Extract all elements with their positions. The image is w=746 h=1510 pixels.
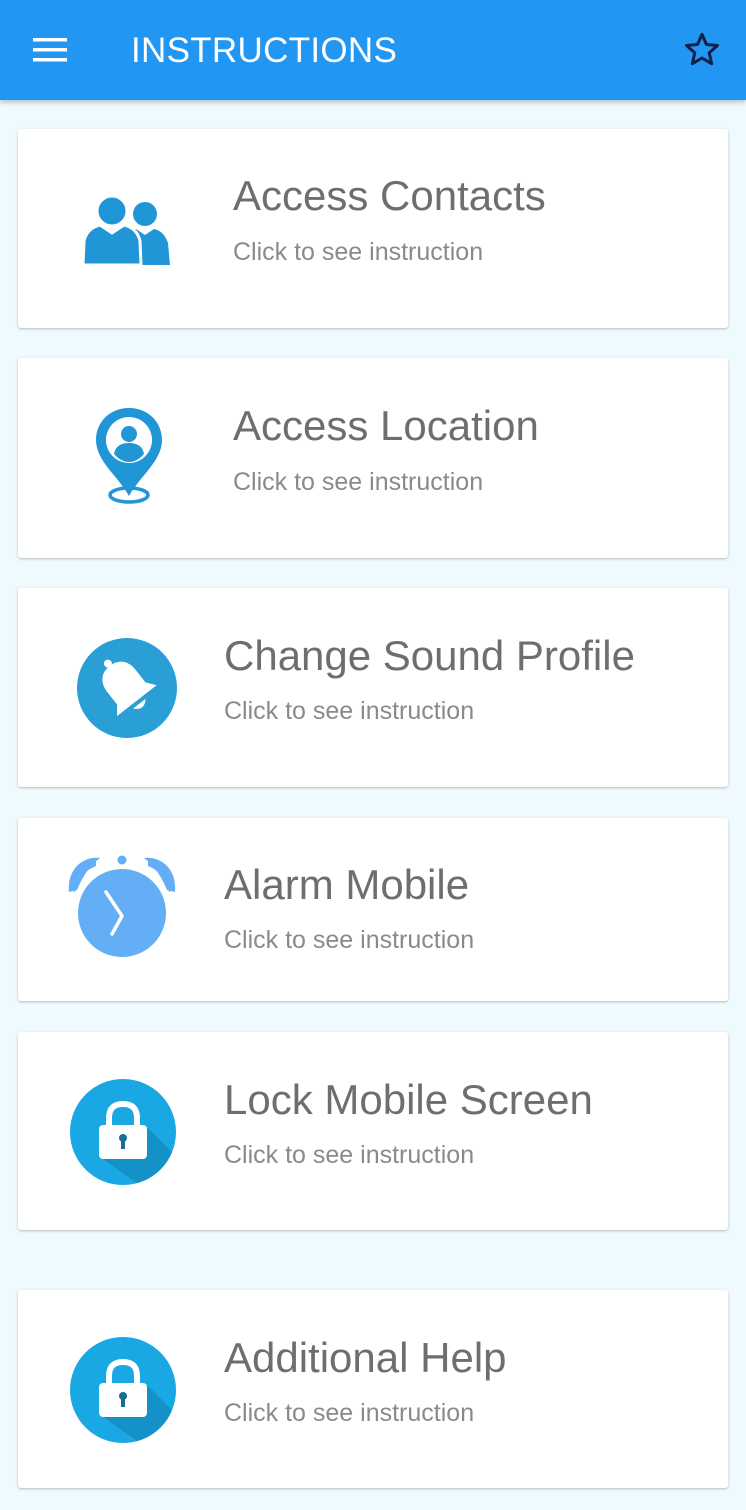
list-item-change-sound-profile[interactable]: Change Sound Profile Click to see instru…	[18, 588, 728, 787]
item-title: Lock Mobile Screen	[224, 1076, 593, 1123]
list-item-access-location[interactable]: Access Location Click to see instruction	[18, 358, 728, 558]
star-outline-icon[interactable]	[682, 30, 722, 70]
hamburger-menu-icon[interactable]	[30, 34, 70, 66]
page-title: INSTRUCTIONS	[131, 31, 398, 70]
bell-icon	[76, 637, 178, 739]
item-subtitle: Click to see instruction	[224, 1141, 475, 1169]
contacts-icon	[80, 191, 172, 267]
item-title: Alarm Mobile	[224, 861, 470, 908]
item-title: Access Location	[233, 402, 539, 449]
app-bar: INSTRUCTIONS	[0, 0, 746, 100]
list-item-alarm-mobile[interactable]: Alarm Mobile Click to see instruction	[18, 818, 728, 1001]
lock-icon	[69, 1336, 177, 1444]
item-title: Additional Help	[224, 1334, 507, 1381]
list-item-access-contacts[interactable]: Access Contacts Click to see instruction	[18, 129, 728, 328]
item-subtitle: Click to see instruction	[233, 238, 484, 266]
item-subtitle: Click to see instruction	[224, 926, 475, 954]
item-subtitle: Click to see instruction	[233, 468, 484, 496]
location-pin-icon	[92, 406, 166, 506]
item-subtitle: Click to see instruction	[224, 1399, 475, 1427]
lock-icon	[69, 1078, 177, 1186]
item-title: Change Sound Profile	[224, 632, 635, 679]
item-subtitle: Click to see instruction	[224, 697, 475, 725]
item-title: Access Contacts	[233, 172, 546, 219]
list-item-additional-help[interactable]: Additional Help Click to see instruction	[18, 1290, 728, 1488]
alarm-clock-icon	[66, 854, 178, 960]
list-item-lock-mobile-screen[interactable]: Lock Mobile Screen Click to see instruct…	[18, 1032, 728, 1230]
